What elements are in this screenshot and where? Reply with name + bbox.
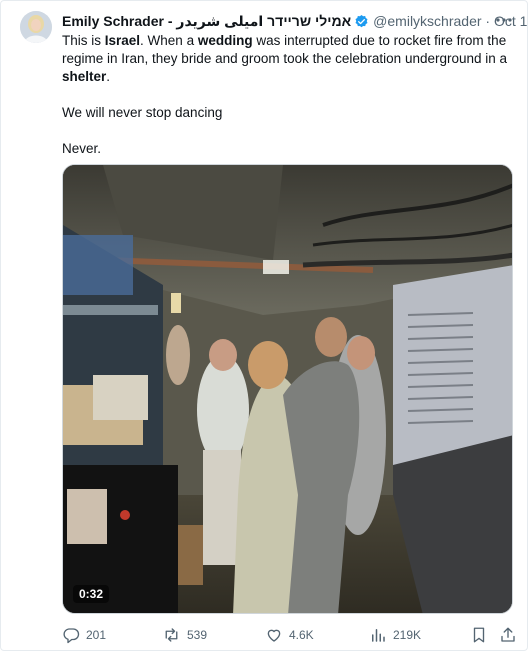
reply-icon [62, 626, 80, 644]
avatar[interactable] [20, 11, 52, 43]
author-name[interactable]: Emily Schrader - אמילי שריידר امیلی شرید… [62, 13, 351, 29]
like-count: 4.6K [289, 628, 314, 642]
repost-icon [162, 626, 181, 644]
reply-button[interactable]: 201 [62, 624, 106, 646]
text-segment: . [106, 69, 111, 84]
views-button[interactable]: 219K [369, 624, 421, 646]
tweet-text: This is Israel. When a wedding was inter… [62, 32, 514, 158]
views-icon [369, 626, 387, 644]
action-bar: 201 539 4.6K 219K [62, 624, 517, 646]
bold-text-wedding: wedding [197, 33, 253, 48]
tweet-header: Emily Schrader - אמילי שריידר امیلی شرید… [62, 13, 527, 32]
video-duration: 0:32 [73, 585, 110, 603]
like-icon [265, 626, 283, 644]
bold-text-shelter: shelter [62, 69, 107, 84]
share-icon [499, 626, 517, 644]
share-button[interactable] [499, 624, 517, 646]
bold-text-israel: Israel [104, 33, 141, 48]
verified-badge-icon [354, 14, 369, 32]
repost-count: 539 [187, 628, 208, 642]
text-segment: . When a [140, 33, 198, 48]
tweet-card[interactable]: Emily Schrader - אמילי שריידר امیلی شرید… [0, 0, 528, 651]
more-icon[interactable] [495, 11, 513, 34]
text-segment: This is [62, 33, 105, 48]
tweet-paragraph-2: We will never stop dancing [62, 105, 223, 120]
tweet-paragraph-1: This is Israel. When a wedding was inter… [62, 32, 514, 86]
like-button[interactable]: 4.6K [265, 624, 314, 646]
views-count: 219K [393, 628, 422, 642]
author-handle[interactable]: @emilykschrader [373, 13, 481, 29]
video-player[interactable]: 0:32 [62, 164, 513, 614]
bookmark-icon [470, 626, 488, 644]
reply-count: 201 [86, 628, 107, 642]
tweet-paragraph-3: Never. [62, 141, 102, 156]
repost-button[interactable]: 539 [162, 624, 207, 646]
bookmark-button[interactable] [470, 624, 488, 646]
separator-dot: · [485, 13, 491, 29]
video-frame [63, 165, 512, 613]
